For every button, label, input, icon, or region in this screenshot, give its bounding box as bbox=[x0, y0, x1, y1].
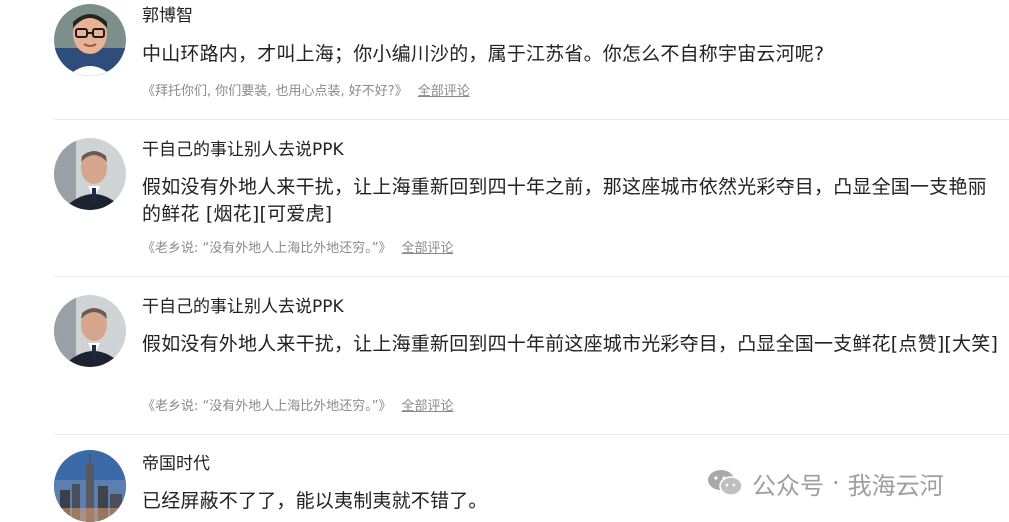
comment-text: 假如没有外地人来干扰，让上海重新回到四十年前这座城市光彩夺目，凸显全国一支鲜花[… bbox=[142, 333, 999, 355]
all-comments-link[interactable]: 全部评论 bbox=[418, 84, 470, 99]
comment-text: 假如没有外地人来干扰，让上海重新回到四十年之前，那这座城市依然光彩夺目，凸显全国… bbox=[142, 176, 987, 225]
avatar[interactable] bbox=[54, 450, 126, 522]
divider bbox=[54, 434, 1009, 435]
watermark-label: 公众号 bbox=[752, 471, 824, 500]
all-comments-link[interactable]: 全部评论 bbox=[401, 241, 453, 256]
comment-author[interactable]: 干自己的事让别人去说PPK bbox=[142, 296, 344, 318]
article-quote[interactable]: 《老乡说: “没有外地人上海比外地还穷。”》 bbox=[142, 241, 391, 256]
watermark-account: 我海云河 bbox=[847, 471, 944, 500]
watermark: 公众号 · 我海云河 bbox=[706, 466, 944, 500]
avatar[interactable] bbox=[54, 138, 126, 210]
person-photo-icon bbox=[54, 4, 126, 76]
comment-meta: 《拜托你们, 你们要装, 也用心点装, 好不好?》 全部评论 bbox=[142, 83, 470, 101]
divider bbox=[54, 276, 1009, 277]
person-photo-icon bbox=[54, 138, 126, 210]
comment-author[interactable]: 郭博智 bbox=[142, 5, 193, 27]
article-quote[interactable]: 《老乡说: “没有外地人上海比外地还穷。”》 bbox=[142, 399, 391, 414]
city-skyline-icon bbox=[54, 450, 126, 522]
watermark-separator: · bbox=[832, 469, 840, 497]
comment-text: 中山环路内，才叫上海；你小编川沙的，属于江苏省。你怎么不自称宇宙云河呢? bbox=[142, 43, 825, 65]
article-quote[interactable]: 《拜托你们, 你们要装, 也用心点装, 好不好?》 bbox=[142, 84, 408, 99]
person-photo-icon bbox=[54, 295, 126, 367]
wechat-icon bbox=[708, 470, 743, 496]
comment-author[interactable]: 帝国时代 bbox=[142, 453, 210, 475]
all-comments-link[interactable]: 全部评论 bbox=[401, 399, 453, 414]
divider bbox=[54, 119, 1009, 120]
avatar[interactable] bbox=[54, 295, 126, 367]
comment-meta: 《老乡说: “没有外地人上海比外地还穷。”》 全部评论 bbox=[142, 398, 454, 416]
comment-meta: 《老乡说: “没有外地人上海比外地还穷。”》 全部评论 bbox=[142, 240, 454, 258]
avatar[interactable] bbox=[54, 4, 126, 76]
comment-author[interactable]: 干自己的事让别人去说PPK bbox=[142, 139, 344, 161]
